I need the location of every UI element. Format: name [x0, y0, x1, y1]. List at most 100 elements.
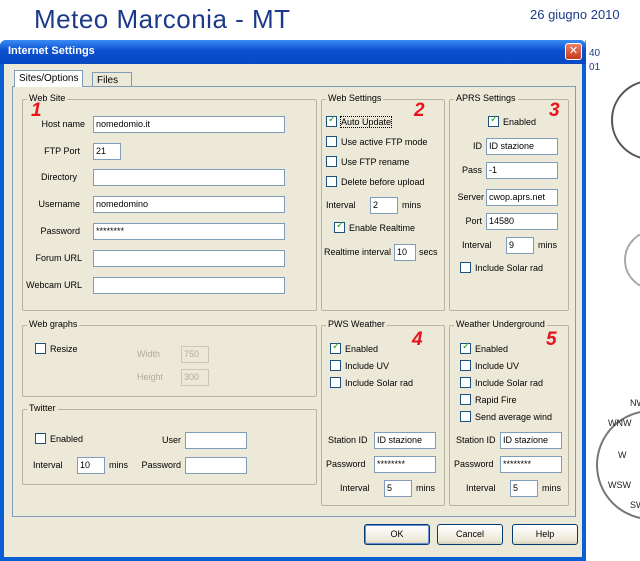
- host-name-input[interactable]: nomedomio.it: [93, 116, 285, 133]
- web-graphs-group: Web graphs Resize Width 750 Height 300: [22, 319, 317, 397]
- twitter-interval-input[interactable]: 10: [77, 457, 105, 474]
- ftp-rename-label: Use FTP rename: [341, 157, 410, 167]
- pws-interval-input[interactable]: 5: [384, 480, 412, 497]
- realtime-interval-input[interactable]: 10: [394, 244, 416, 261]
- pws-weather-title: PWS Weather: [326, 319, 387, 329]
- web-site-group: Web Site 1 Host name nomedomio.it FTP Po…: [22, 93, 317, 311]
- width-input[interactable]: 750: [181, 346, 209, 363]
- pws-password-label: Password: [326, 459, 366, 469]
- realtime-interval-label: Realtime interval: [324, 247, 392, 257]
- aprs-solar-label: Include Solar rad: [475, 263, 544, 273]
- pws-password-input[interactable]: ********: [374, 456, 436, 473]
- compass-label: WSW: [608, 480, 631, 490]
- aprs-port-input[interactable]: 14580: [486, 213, 558, 230]
- pws-station-label: Station ID: [328, 435, 368, 445]
- twitter-enabled-checkbox[interactable]: [35, 433, 46, 444]
- delete-before-upload-checkbox[interactable]: [326, 176, 337, 187]
- ok-button[interactable]: OK: [364, 524, 430, 545]
- web-settings-title: Web Settings: [326, 93, 384, 103]
- background-weather-panel: 40 01 NW WNW W WSW SW: [585, 40, 640, 561]
- ftp-port-input[interactable]: 21: [93, 143, 121, 160]
- aprs-pass-input[interactable]: -1: [486, 162, 558, 179]
- aprs-interval-input[interactable]: 9: [506, 237, 534, 254]
- marker-number: 5: [546, 329, 557, 350]
- interval-input[interactable]: 2: [370, 197, 398, 214]
- wu-interval-unit: mins: [542, 483, 562, 493]
- active-ftp-checkbox[interactable]: [326, 136, 337, 147]
- twitter-interval-unit: mins: [109, 460, 129, 470]
- ftp-port-label: FTP Port: [44, 146, 80, 156]
- weather-underground-title: Weather Underground: [454, 319, 547, 329]
- resize-checkbox[interactable]: [35, 343, 46, 354]
- wu-enabled-label: Enabled: [475, 344, 509, 354]
- wu-rapid-fire-checkbox[interactable]: [460, 394, 471, 405]
- pws-uv-checkbox[interactable]: [330, 360, 341, 371]
- wu-enabled-checkbox[interactable]: [460, 341, 471, 354]
- height-label: Height: [137, 372, 164, 382]
- password-input[interactable]: ********: [93, 223, 285, 240]
- web-graphs-title: Web graphs: [27, 319, 80, 329]
- forum-url-input[interactable]: [93, 250, 285, 267]
- delete-before-upload-label: Delete before upload: [341, 177, 425, 187]
- aprs-enabled-checkbox[interactable]: [488, 114, 499, 127]
- auto-update-checkbox[interactable]: [326, 114, 337, 127]
- dialog-titlebar[interactable]: Internet Settings ✕: [0, 40, 586, 64]
- directory-label: Directory: [40, 172, 77, 182]
- wu-station-input[interactable]: ID stazione: [500, 432, 562, 449]
- aprs-settings-group: APRS Settings 3 Enabled ID ID stazione P…: [449, 93, 569, 311]
- forum-url-label: Forum URL: [35, 253, 82, 263]
- webcam-url-input[interactable]: [93, 277, 285, 294]
- help-button[interactable]: Help: [512, 524, 578, 545]
- wu-solar-checkbox[interactable]: [460, 377, 471, 388]
- username-input[interactable]: nomedomino: [93, 196, 285, 213]
- wu-interval-input[interactable]: 5: [510, 480, 538, 497]
- wu-avg-wind-checkbox[interactable]: [460, 411, 471, 422]
- pws-uv-label: Include UV: [345, 361, 390, 371]
- aprs-settings-title: APRS Settings: [454, 93, 518, 103]
- aprs-id-input[interactable]: ID stazione: [486, 138, 558, 155]
- interval-label: Interval: [326, 200, 356, 210]
- close-icon[interactable]: ✕: [565, 43, 582, 60]
- side-number: 40: [589, 48, 601, 59]
- wu-password-input[interactable]: ********: [500, 456, 562, 473]
- wu-password-label: Password: [454, 459, 494, 469]
- twitter-interval-label: Interval: [33, 460, 63, 470]
- ftp-rename-checkbox[interactable]: [326, 156, 337, 167]
- wu-uv-checkbox[interactable]: [460, 360, 471, 371]
- aprs-interval-label: Interval: [462, 240, 492, 250]
- twitter-enabled-label: Enabled: [50, 434, 84, 444]
- aprs-server-label: Server: [457, 192, 484, 202]
- tab-panel: Web Site 1 Host name nomedomio.it FTP Po…: [12, 86, 576, 517]
- dialog-client: Sites/Options Files Web Site 1 Host name…: [4, 64, 582, 557]
- realtime-interval-unit: secs: [419, 247, 438, 257]
- height-input[interactable]: 300: [181, 369, 209, 386]
- compass-label: SW: [630, 500, 640, 510]
- wu-rapid-fire-label: Rapid Fire: [475, 395, 517, 405]
- marker-number: 3: [549, 100, 560, 121]
- cancel-button[interactable]: Cancel: [437, 524, 503, 545]
- pws-station-input[interactable]: ID stazione: [374, 432, 436, 449]
- internet-settings-dialog: Internet Settings ✕ Sites/Options Files …: [0, 40, 586, 561]
- compass-label: W: [618, 450, 627, 460]
- pws-interval-unit: mins: [416, 483, 436, 493]
- web-settings-group: Web Settings 2 Auto Update Use active FT…: [321, 93, 445, 311]
- dial-icon: [624, 230, 640, 290]
- pws-weather-group: PWS Weather 4 Enabled Include UV Include…: [321, 319, 445, 506]
- pws-enabled-checkbox[interactable]: [330, 341, 341, 354]
- aprs-server-input[interactable]: cwop.aprs.net: [486, 189, 558, 206]
- pws-solar-checkbox[interactable]: [330, 377, 341, 388]
- pws-solar-label: Include Solar rad: [345, 378, 414, 388]
- active-ftp-label: Use active FTP mode: [341, 137, 428, 147]
- twitter-user-input[interactable]: [185, 432, 247, 449]
- enable-realtime-checkbox[interactable]: [334, 220, 345, 233]
- aprs-solar-checkbox[interactable]: [460, 262, 471, 273]
- tab-sites-options[interactable]: Sites/Options: [14, 70, 84, 87]
- directory-input[interactable]: [93, 169, 285, 186]
- username-label: Username: [38, 199, 80, 209]
- webcam-url-label: Webcam URL: [26, 280, 82, 290]
- dialog-title: Internet Settings: [8, 45, 95, 57]
- twitter-title: Twitter: [27, 403, 58, 413]
- twitter-password-input[interactable]: [185, 457, 247, 474]
- wu-uv-label: Include UV: [475, 361, 520, 371]
- pws-enabled-label: Enabled: [345, 344, 379, 354]
